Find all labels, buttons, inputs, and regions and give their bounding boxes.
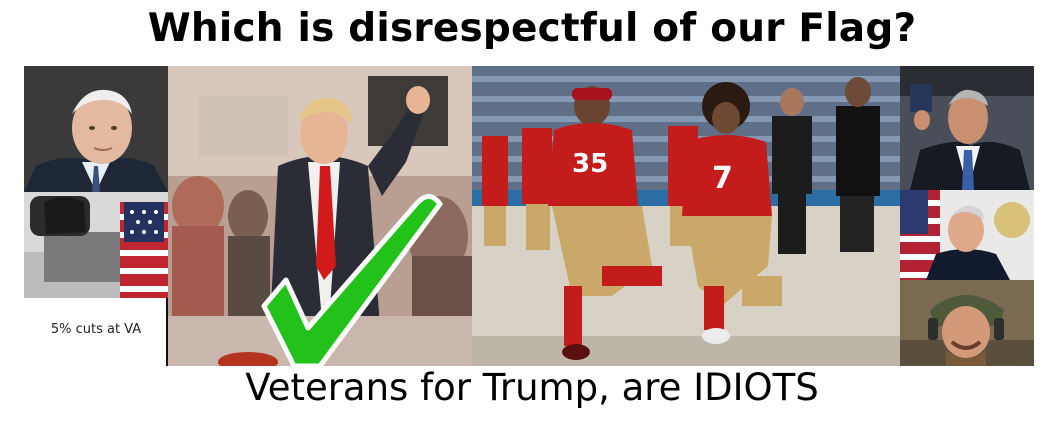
photo-soldier (900, 280, 1034, 366)
photo-trump-event (168, 66, 472, 366)
photo-flag-coffin (24, 192, 168, 298)
page-title: Which is disrespectful of our Flag? (147, 6, 917, 51)
photo-admiral (900, 190, 1034, 280)
svg-text:35: 35 (572, 149, 608, 179)
photo-khan (900, 66, 1034, 190)
svg-text:7: 7 (712, 161, 733, 196)
va-cuts-label: 5% cuts at VA (50, 322, 142, 337)
photo-senator (24, 66, 168, 192)
photo-players-kneeling: 35 7 (472, 66, 900, 366)
bottom-caption: Veterans for Trump, are IDIOTS (245, 366, 819, 409)
